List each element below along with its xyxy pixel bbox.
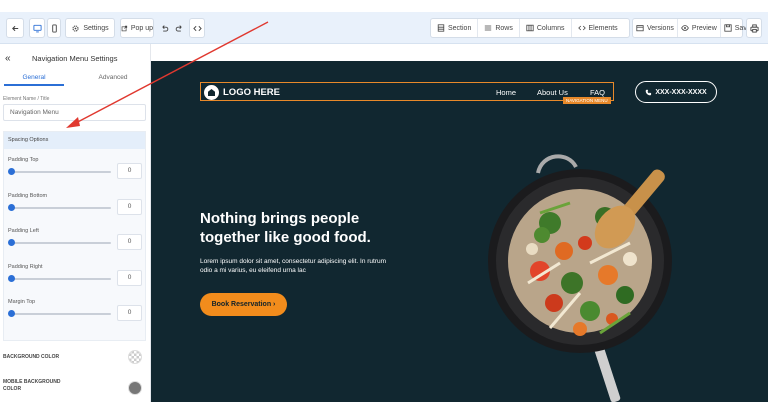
desktop-icon xyxy=(32,24,42,32)
padding-bottom-input[interactable]: 0 xyxy=(117,199,142,215)
padding-top-input[interactable]: 0 xyxy=(117,163,142,179)
canvas-top-strip xyxy=(151,44,768,61)
sidebar-title: Navigation Menu Settings xyxy=(32,54,118,63)
code-icon xyxy=(192,25,202,31)
phone-number: XXX-XXX-XXXX xyxy=(655,88,707,96)
collapse-icon[interactable]: « xyxy=(5,53,11,64)
element-name-label: Element Name / Title xyxy=(3,96,50,102)
print-button[interactable] xyxy=(746,18,762,38)
phone-icon xyxy=(646,89,652,95)
padding-bottom-handle[interactable] xyxy=(8,204,15,211)
rows-button[interactable]: Rows xyxy=(477,19,519,37)
padding-left-handle[interactable] xyxy=(8,239,15,246)
logo-text: LOGO HERE xyxy=(223,87,281,98)
redo-button[interactable] xyxy=(173,18,185,38)
redo-icon xyxy=(175,24,182,32)
arrow-left-icon xyxy=(11,25,18,31)
section-icon xyxy=(437,24,445,32)
padding-left-input[interactable]: 0 xyxy=(117,234,142,250)
padding-top-handle[interactable] xyxy=(8,168,15,175)
tab-general[interactable]: General xyxy=(4,74,64,86)
columns-icon xyxy=(526,24,534,32)
book-reservation-button[interactable]: Book Reservation › xyxy=(200,293,287,316)
padding-bottom-row: Padding Bottom 0 xyxy=(4,193,147,223)
top-toolbar: Settings Pop up Section Rows Columns Ele… xyxy=(0,12,768,44)
padding-right-label: Padding Right xyxy=(8,264,43,270)
margin-top-track[interactable] xyxy=(10,313,111,315)
phone-button[interactable]: XXX-XXX-XXXX xyxy=(635,81,717,103)
structure-toolbar: Section Rows Columns Elements xyxy=(430,18,630,38)
rows-label: Rows xyxy=(495,24,513,32)
eye-icon xyxy=(681,25,689,31)
margin-top-input[interactable]: 0 xyxy=(117,305,142,321)
padding-left-label: Padding Left xyxy=(8,228,39,234)
versions-label: Versions xyxy=(647,24,674,32)
save-icon xyxy=(724,24,732,32)
page-canvas: LOGO HERE Home About Us FAQ NAVIGATION M… xyxy=(151,61,768,402)
nav-link-faq[interactable]: FAQ xyxy=(590,88,605,97)
mobile-background-label-2: COLOR xyxy=(3,386,22,392)
mobile-view-button[interactable] xyxy=(47,18,61,38)
hero-text: Lorem ipsum dolor sit amet, consectetur … xyxy=(200,258,387,274)
padding-bottom-label: Padding Bottom xyxy=(8,193,48,199)
padding-right-handle[interactable] xyxy=(8,275,15,282)
back-button[interactable] xyxy=(6,18,24,38)
background-color-swatch[interactable] xyxy=(128,350,142,364)
code-button[interactable] xyxy=(189,18,205,38)
desktop-view-button[interactable] xyxy=(29,18,45,38)
margin-top-handle[interactable] xyxy=(8,310,15,317)
margin-top-label: Margin Top xyxy=(8,299,36,305)
sidebar-tabs: General Advanced xyxy=(0,74,151,86)
elements-label: Elements xyxy=(588,24,618,32)
popup-label: Pop up xyxy=(130,24,153,32)
code-icon xyxy=(577,25,586,31)
wok-food-image xyxy=(488,154,672,402)
preview-label: Preview xyxy=(691,24,717,32)
settings-label: Settings xyxy=(83,24,109,32)
tab-advanced[interactable]: Advanced xyxy=(80,74,146,81)
columns-button[interactable]: Columns xyxy=(518,19,571,37)
site-logo[interactable]: LOGO HERE xyxy=(204,85,280,100)
external-link-icon xyxy=(121,25,128,31)
padding-right-row: Padding Right 0 xyxy=(4,264,147,294)
versions-icon xyxy=(636,25,644,32)
navigation-menu-tag: NAVIGATION MENU xyxy=(563,97,611,104)
preview-button[interactable]: Preview xyxy=(676,19,720,37)
mobile-background-swatch[interactable] xyxy=(128,381,142,395)
settings-button[interactable]: Settings xyxy=(65,18,115,38)
rows-icon xyxy=(485,25,492,31)
actions-toolbar: Versions Preview Save xyxy=(632,18,751,38)
padding-top-label: Padding Top xyxy=(8,157,39,163)
mobile-background-label: MOBILE BACKGROUND xyxy=(3,379,61,385)
padding-right-track[interactable] xyxy=(10,278,111,280)
nav-link-home[interactable]: Home xyxy=(496,88,516,97)
padding-left-track[interactable] xyxy=(10,242,111,244)
padding-right-input[interactable]: 0 xyxy=(117,270,142,286)
settings-sidebar: « Navigation Menu Settings General Advan… xyxy=(0,44,151,402)
section-button[interactable]: Section xyxy=(431,19,477,37)
padding-left-row: Padding Left 0 xyxy=(4,228,147,258)
padding-top-row: Padding Top 0 xyxy=(4,157,147,187)
margin-top-row: Margin Top 0 xyxy=(4,299,147,329)
background-color-label: BACKGROUND COLOR xyxy=(3,354,60,360)
section-label: Section xyxy=(448,24,472,32)
padding-bottom-track[interactable] xyxy=(10,207,111,209)
undo-icon xyxy=(161,24,168,32)
columns-label: Columns xyxy=(536,24,565,32)
nav-link-about[interactable]: About Us xyxy=(537,88,568,97)
elements-button[interactable]: Elements xyxy=(570,19,624,37)
padding-top-track[interactable] xyxy=(10,171,111,173)
spacing-options-title[interactable]: Spacing Options xyxy=(4,132,145,149)
home-icon xyxy=(204,85,219,100)
versions-button[interactable]: Versions xyxy=(633,19,677,37)
spacing-options-panel: Spacing Options Padding Top 0 Padding Bo… xyxy=(3,131,146,341)
undo-button[interactable] xyxy=(158,18,170,38)
mobile-icon xyxy=(51,23,57,33)
sidebar-header: « Navigation Menu Settings xyxy=(0,44,150,74)
element-name-input[interactable]: Navigation Menu xyxy=(3,104,146,121)
gear-icon xyxy=(72,24,79,32)
printer-icon xyxy=(749,23,759,33)
hero-title: Nothing brings people together like good… xyxy=(200,210,371,246)
popup-button[interactable]: Pop up xyxy=(120,18,154,38)
